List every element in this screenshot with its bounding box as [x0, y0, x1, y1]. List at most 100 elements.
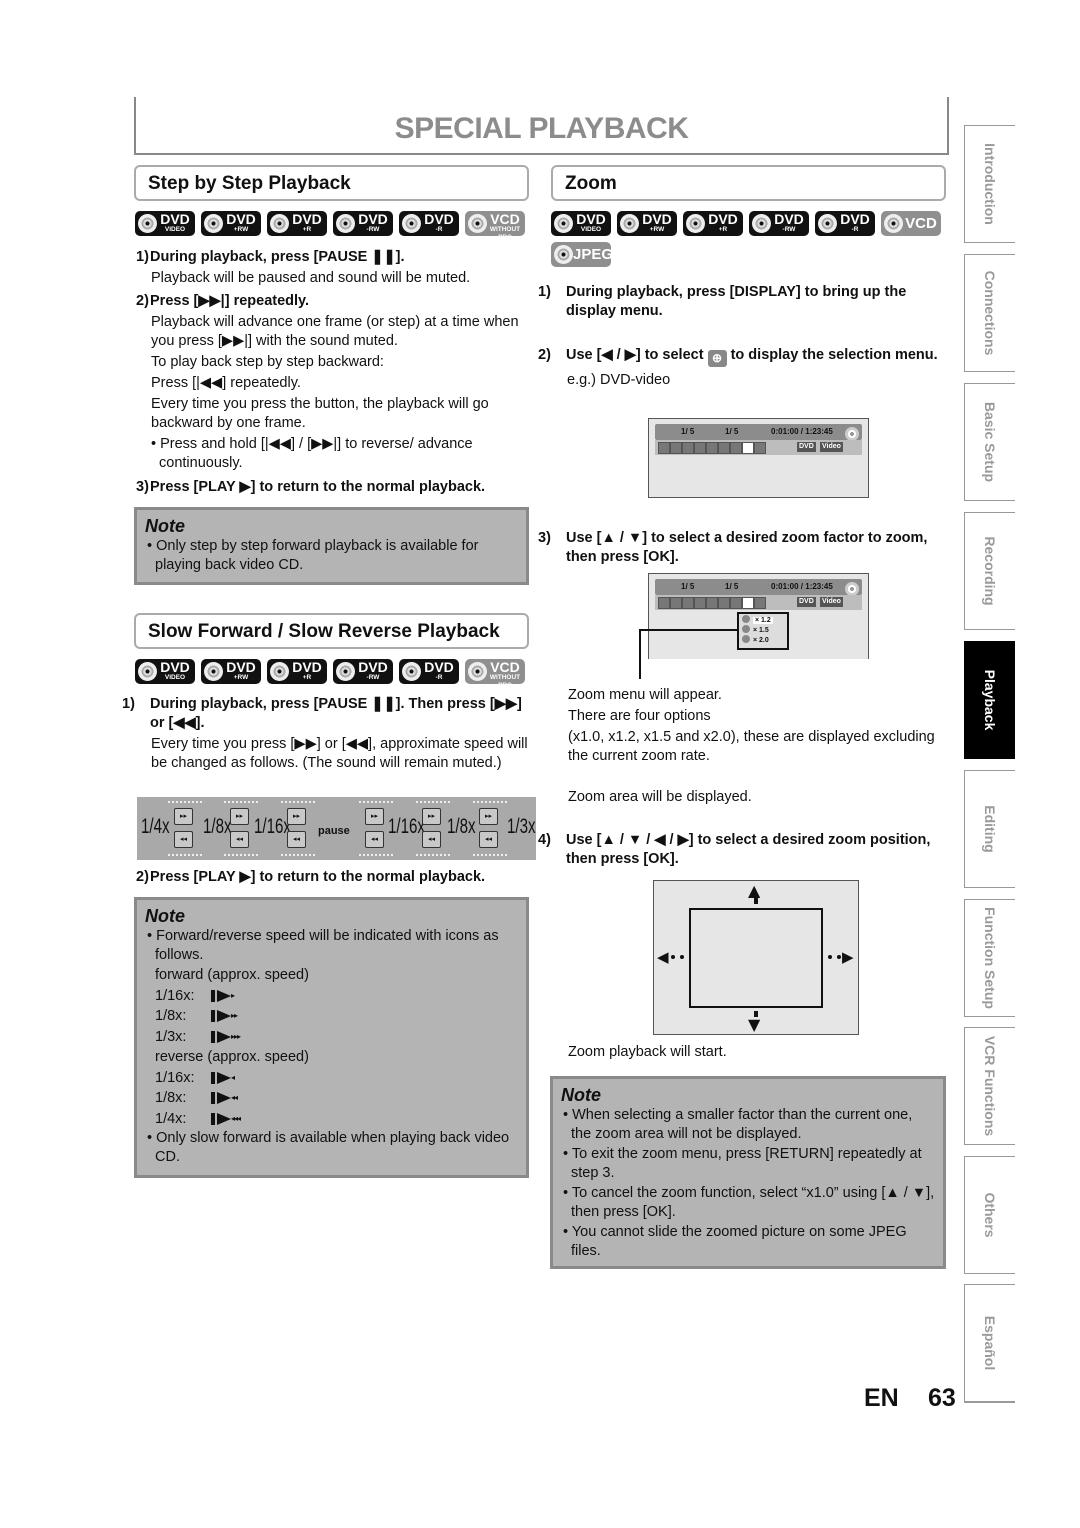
- disc-badge-dvd: DVD VIDEO: [135, 659, 195, 684]
- speed-row: 1/3x: ▸▸▸: [145, 1027, 518, 1048]
- footer-rule: [964, 1402, 1015, 1403]
- speed-row: 1/16x: ◂: [145, 1068, 518, 1089]
- note-item: • To cancel the zoom function, select “x…: [563, 1185, 935, 1220]
- side-tab-label: Others: [982, 1192, 998, 1238]
- step-2-description: Playback will advance one frame (or step…: [151, 314, 519, 349]
- badge-label: DVD: [840, 211, 870, 227]
- disc-icon: [402, 214, 421, 233]
- section-heading-slow: Slow Forward / Slow Reverse Playback: [134, 613, 529, 649]
- side-tab-label: Español: [982, 1315, 998, 1371]
- rewind-button-icon: ◂◂: [479, 831, 498, 848]
- badge-sublabel: VIDEO: [164, 226, 186, 233]
- side-tab-others[interactable]: Others: [964, 1156, 1015, 1274]
- step-2-bullet: • Press and hold [|◀◀] / [▶▶|] to revers…: [151, 436, 473, 471]
- speed-row: 1/8x: ▸▸: [145, 1006, 518, 1027]
- zoom-icon: [742, 625, 750, 633]
- badge-sublabel: -R: [851, 226, 859, 233]
- arrow-right-icon: ▶: [842, 948, 854, 966]
- zoom-option: × 1.5: [742, 625, 769, 635]
- side-tab-español[interactable]: Español: [964, 1284, 1015, 1402]
- forward-label: forward (approx. speed): [155, 967, 309, 983]
- side-tab-function-setup[interactable]: Function Setup: [964, 899, 1015, 1017]
- fast-forward-button-icon: ▸▸: [422, 808, 441, 825]
- fast-forward-button-icon: ▸▸: [230, 808, 249, 825]
- disc-badge-dvd: DVD VIDEO: [551, 211, 611, 236]
- reverse-arrow-dots: [359, 854, 393, 856]
- side-tab-playback[interactable]: Playback: [964, 641, 1015, 759]
- note-title: Note: [145, 516, 185, 536]
- step-1: 1)During playback, press [PAUSE ❚❚].: [136, 249, 405, 265]
- disc-badge-dvd: DVD -R: [815, 211, 875, 236]
- note-item: • Only slow forward is available when pl…: [147, 1130, 510, 1165]
- note-slow: Note • Forward/reverse speed will be ind…: [134, 897, 529, 1178]
- speed-diagram: 1/4x 1/8x 1/16x pause 1/16x 1/8x 1/3x ▸▸ ◂◂ ▸▸ ◂◂ ▸…: [137, 797, 536, 860]
- side-tab-introduction[interactable]: Introduction: [964, 125, 1015, 243]
- fast-forward-button-icon: ▸▸: [479, 808, 498, 825]
- badge-sublabel: -R: [435, 226, 443, 233]
- angle-icon: [694, 597, 706, 609]
- speed-label: 1/16x:: [155, 1069, 195, 1086]
- slow-step-1-description: Every time you press [▶▶] or [◀◀], appro…: [151, 736, 528, 771]
- badge-sublabel: +RW: [233, 674, 249, 681]
- disc-badges-step: DVD VIDEO DVD +RW DVD +R DVD -RW DVD -R VCD WITHOUT…: [135, 211, 525, 236]
- screen-icon-row: DVD Video: [655, 440, 862, 455]
- note-item: • Only step by step forward playback is …: [147, 538, 479, 573]
- audio-icon: [670, 442, 682, 454]
- disc-icon: [752, 214, 771, 233]
- disc-icon: [845, 582, 859, 596]
- badge-label: DVD: [576, 211, 606, 227]
- screen-status-bar: 1/ 5 1/ 5 0:01:00 / 1:23:45: [655, 424, 862, 441]
- slow-instructions: 1) During playback, press [PAUSE ❚❚]. The…: [122, 695, 536, 773]
- disc-icon: [270, 662, 289, 681]
- badge-sublabel: +R: [302, 674, 312, 681]
- disc-badge-dvd: DVD +RW: [617, 211, 677, 236]
- speed-row: 1/8x: ◂◂: [145, 1088, 518, 1109]
- arrow-left-icon: ◀: [657, 948, 669, 966]
- side-tab-vcr-functions[interactable]: VCR Functions: [964, 1027, 1015, 1145]
- zoom-option-label: × 1.2: [753, 617, 773, 624]
- speed-label: 1/8x:: [155, 1008, 187, 1024]
- slow-speed-icon: ▸▸▸: [211, 1030, 241, 1043]
- badge-label: DVD: [292, 211, 322, 227]
- badge-label: DVD: [774, 211, 804, 227]
- badge-sublabel: +R: [302, 226, 312, 233]
- rewind-button-icon: ◂◂: [230, 831, 249, 848]
- forward-arrow-dots: [168, 801, 202, 803]
- arrow-up-icon: ▲: [748, 881, 761, 900]
- zoom-option: × 1.2: [742, 615, 773, 625]
- disc-icon: [138, 662, 157, 681]
- slow-speed-icon: ◂: [211, 1071, 235, 1084]
- disc-badge-dvd: DVD -R: [399, 211, 459, 236]
- side-tab-label: Recording: [982, 536, 998, 606]
- disc-icon: [204, 662, 223, 681]
- side-tab-editing[interactable]: Editing: [964, 770, 1015, 888]
- arrow-down-icon: ▼: [748, 1015, 761, 1034]
- zoom-area-frame: [689, 908, 823, 1008]
- side-tab-basic-setup[interactable]: Basic Setup: [964, 383, 1015, 501]
- disc-badge-jpeg: JPEG: [551, 242, 611, 267]
- badge-label: DVD: [424, 211, 454, 227]
- disc-badges-slow: DVD VIDEO DVD +RW DVD +R DVD -RW DVD -R VCD WITHOUT…: [135, 659, 525, 684]
- note-zoom: Note • When selecting a smaller factor t…: [550, 1076, 946, 1269]
- section-heading-zoom: Zoom: [551, 165, 946, 201]
- zoom-icon: [742, 442, 754, 454]
- disc-icon: [204, 214, 223, 233]
- screen-chapter: 1/ 5: [681, 582, 695, 591]
- note-step-by-step: Note • Only step by step forward playbac…: [134, 507, 529, 585]
- side-tab-connections[interactable]: Connections: [964, 254, 1015, 372]
- reverse-arrow-dots: [168, 854, 202, 856]
- badge-label: DVD: [358, 659, 388, 675]
- page-title: SPECIAL PLAYBACK: [394, 112, 689, 145]
- badge-sublabel: +R: [718, 226, 728, 233]
- side-tab-recording[interactable]: Recording: [964, 512, 1015, 630]
- step-2-backward-desc: Every time you press the button, the pla…: [151, 396, 489, 431]
- fast-forward-button-icon: ▸▸: [365, 808, 384, 825]
- disc-icon: [884, 214, 903, 233]
- reverse-arrow-dots: [473, 854, 507, 856]
- disc-icon: [620, 214, 639, 233]
- speed-row: 1/4x: ◂◂◂: [145, 1109, 518, 1130]
- slow-step-2: 2)Press [PLAY ▶] to return to the normal…: [136, 869, 486, 885]
- disc-icon: [336, 214, 355, 233]
- audio-icon: [670, 597, 682, 609]
- badge-label: DVD: [292, 659, 322, 675]
